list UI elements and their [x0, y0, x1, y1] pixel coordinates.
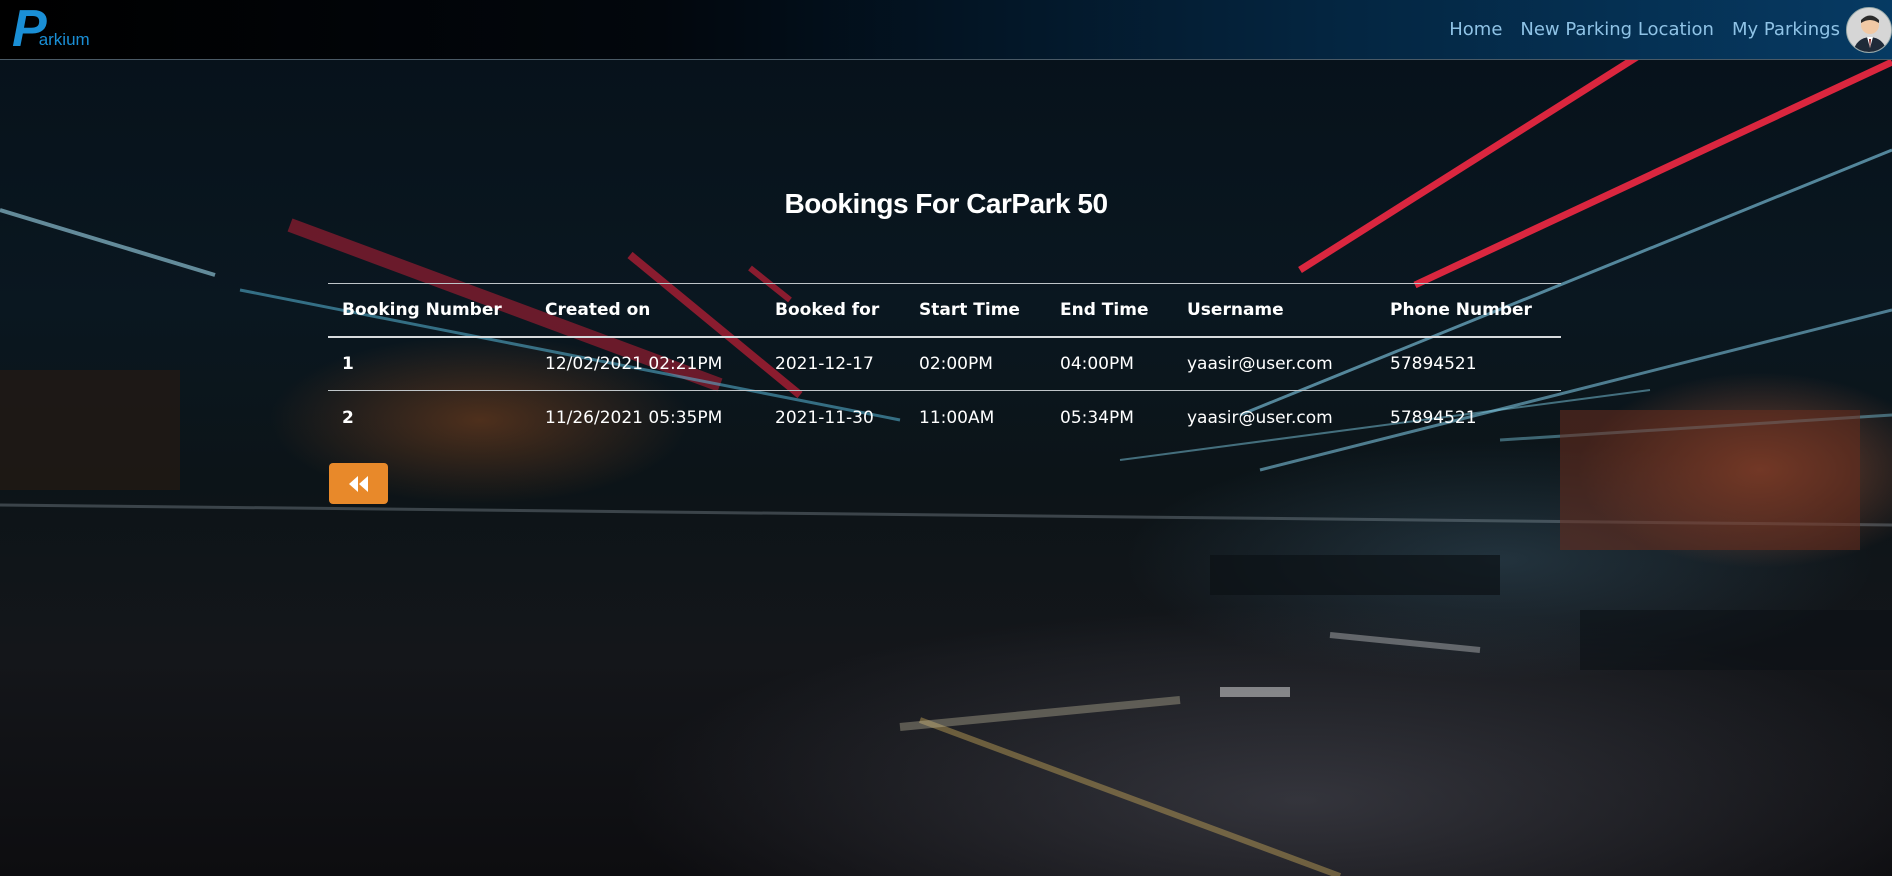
nav-link-new-parking-location[interactable]: New Parking Location — [1520, 19, 1714, 40]
fast-backward-icon — [348, 475, 368, 492]
user-avatar-icon[interactable] — [1846, 7, 1892, 53]
column-header-created-on: Created on — [545, 299, 651, 320]
nav-link-home[interactable]: Home — [1449, 19, 1502, 40]
cell-username: yaasir@user.com — [1187, 353, 1333, 374]
cell-end-time: 04:00PM — [1060, 353, 1134, 374]
column-header-phone-number: Phone Number — [1390, 299, 1532, 320]
cell-booking-number: 2 — [342, 407, 354, 428]
nav-links: Home New Parking Location My Parkings — [1449, 0, 1840, 58]
bookings-table: Booking Number Created on Booked for Sta… — [328, 283, 1561, 445]
cell-booking-number: 1 — [342, 353, 354, 374]
bookings-table-container: Booking Number Created on Booked for Sta… — [328, 283, 1561, 445]
cell-created-on: 12/02/2021 02:21PM — [545, 353, 723, 374]
top-navbar: Parkium Home New Parking Location My Par… — [0, 0, 1892, 60]
column-header-start-time: Start Time — [919, 299, 1020, 320]
nav-link-my-parkings[interactable]: My Parkings — [1732, 19, 1840, 40]
parkium-logo[interactable]: Parkium — [12, 3, 92, 55]
column-header-username: Username — [1187, 299, 1284, 320]
cell-created-on: 11/26/2021 05:35PM — [545, 407, 723, 428]
column-header-booked-for: Booked for — [775, 299, 880, 320]
cell-end-time: 05:34PM — [1060, 407, 1134, 428]
table-row: 1 12/02/2021 02:21PM 2021-12-17 02:00PM … — [328, 337, 1561, 391]
user-avatar-icon-graphic — [1847, 8, 1891, 52]
column-header-booking-number: Booking Number — [342, 299, 502, 320]
cell-start-time: 11:00AM — [919, 407, 995, 428]
table-header-row: Booking Number Created on Booked for Sta… — [328, 283, 1561, 337]
cell-username: yaasir@user.com — [1187, 407, 1333, 428]
back-button[interactable] — [329, 463, 388, 504]
cell-phone-number: 57894521 — [1390, 353, 1477, 374]
page-title: Bookings For CarPark 50 — [784, 188, 1108, 219]
cell-booked-for: 2021-11-30 — [775, 407, 874, 428]
cell-phone-number: 57894521 — [1390, 407, 1477, 428]
cell-start-time: 02:00PM — [919, 353, 993, 374]
table-row: 2 11/26/2021 05:35PM 2021-11-30 11:00AM … — [328, 391, 1561, 445]
cell-booked-for: 2021-12-17 — [775, 353, 874, 374]
column-header-end-time: End Time — [1060, 299, 1149, 320]
